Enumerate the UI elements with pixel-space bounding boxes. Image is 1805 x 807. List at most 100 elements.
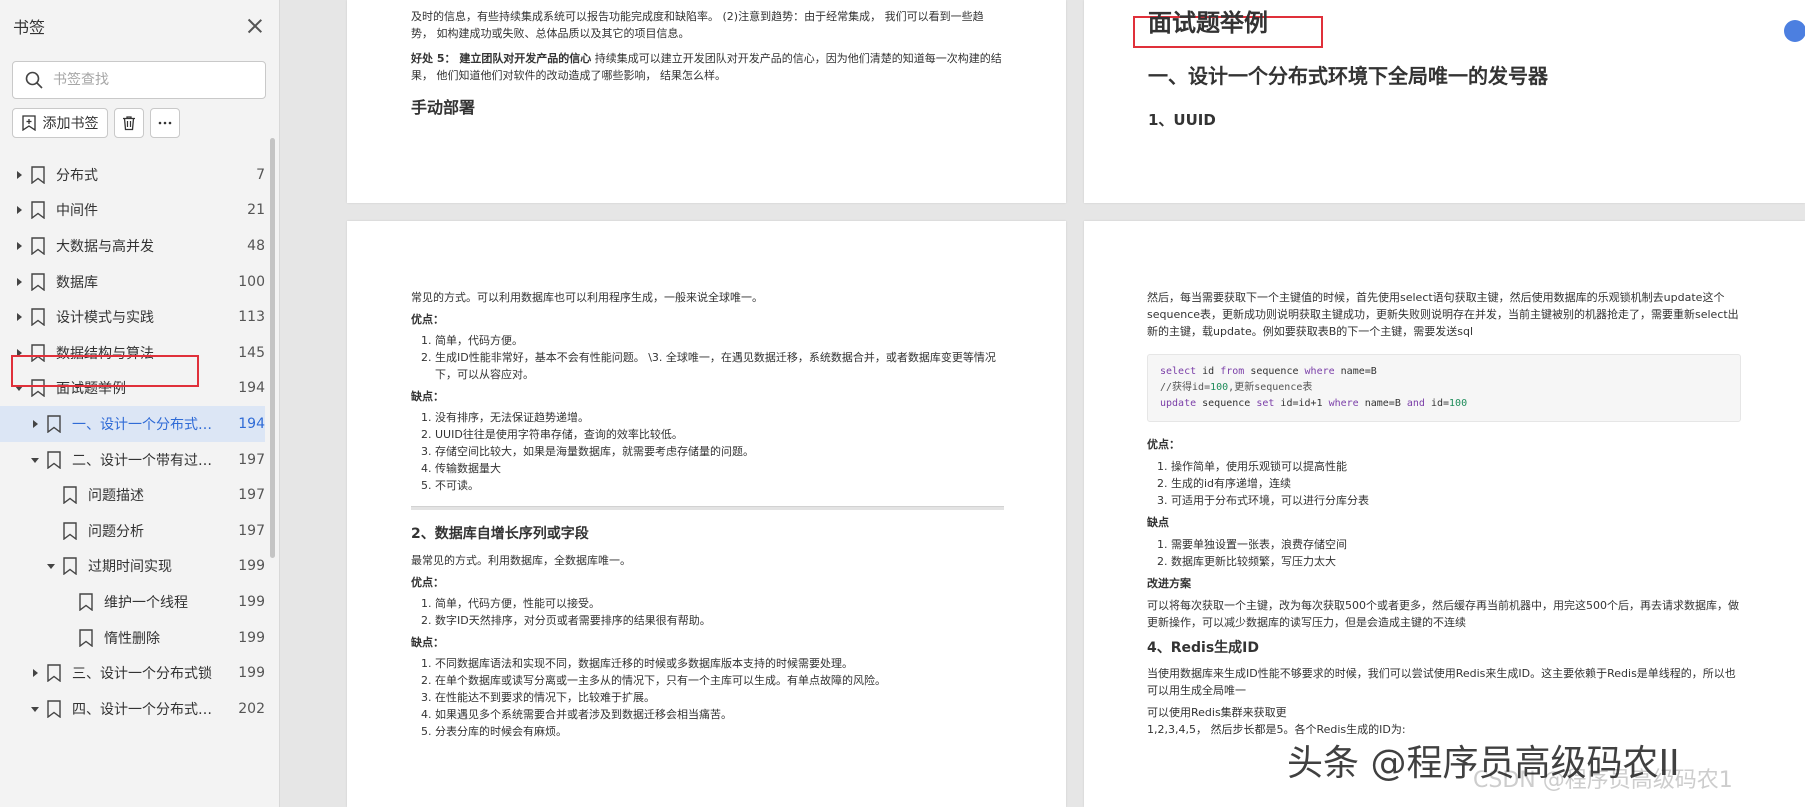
pros-list: 简单，代码方便，性能可以接受。 数字ID天然排序，对分页或者需要排序的结果很有帮… xyxy=(411,595,1004,629)
bookmark-item[interactable]: 过期时间实现 199 xyxy=(0,549,265,585)
bookmark-search-box[interactable] xyxy=(12,61,266,99)
bookmark-page: 197 xyxy=(238,522,265,539)
bookmark-page: 199 xyxy=(238,665,265,682)
bookmark-item[interactable]: 中间件 21 xyxy=(0,193,265,229)
bookmark-label: 三、设计一个分布式锁 xyxy=(72,666,212,683)
code-line: //获得id=100,更新sequence表 xyxy=(1160,380,1728,396)
code-block: select id from sequence where name=B //获… xyxy=(1147,354,1741,422)
more-icon xyxy=(158,121,172,125)
code-comment: //获得id= xyxy=(1160,382,1211,393)
code-keyword: and xyxy=(1406,398,1425,409)
bookmark-item[interactable]: 问题分析 197 xyxy=(0,513,265,549)
paragraph: 好处 5： 建立团队对开发产品的信心 持续集成可以建立开发团队对开发产品的信心，… xyxy=(411,50,1004,84)
bookmark-item[interactable]: 设计模式与实践 113 xyxy=(0,299,265,335)
bookmark-icon xyxy=(31,308,45,327)
document-page-bottom-left: 常见的方式。可以利用数据库也可以利用程序生成，一般来说全球唯一。 优点： 简单，… xyxy=(347,221,1066,807)
expand-arrow-icon[interactable] xyxy=(14,277,24,287)
bookmark-item[interactable]: 三、设计一个分布式锁 199 xyxy=(0,655,265,691)
code-text: name=B xyxy=(1334,366,1377,377)
close-icon[interactable] xyxy=(245,16,265,36)
add-bookmark-label: 添加书签 xyxy=(42,116,99,132)
code-keyword: update xyxy=(1160,398,1197,409)
bookmark-page: 48 xyxy=(247,237,265,254)
section-heading: 手动部署 xyxy=(411,98,476,117)
label: 优点： xyxy=(411,576,444,589)
divider xyxy=(411,506,1004,510)
bookmark-label: 中间件 xyxy=(56,203,98,220)
bookmark-icon xyxy=(63,486,77,505)
code-text: id= xyxy=(1424,398,1450,409)
expand-arrow-icon[interactable] xyxy=(14,170,24,180)
bookmark-label: 设计模式与实践 xyxy=(56,310,154,327)
collapse-arrow-icon[interactable] xyxy=(30,704,40,714)
collapse-arrow-icon[interactable] xyxy=(46,561,56,571)
bookmark-page: 21 xyxy=(247,202,265,219)
search-icon xyxy=(25,71,43,89)
bookmark-icon xyxy=(63,557,77,576)
expand-arrow-icon[interactable] xyxy=(14,241,24,251)
code-keyword: set xyxy=(1256,398,1275,409)
bookmark-label: 维护一个线程 xyxy=(104,594,188,611)
bookmark-page: 194 xyxy=(238,380,265,397)
list-item: 存储空间比较大，如果是海量数据库，就需要考虑存储量的问题。 xyxy=(435,443,1004,460)
bookmark-item[interactable]: 数据库 100 xyxy=(0,264,265,300)
code-number: 100 xyxy=(1210,382,1229,393)
bookmark-sidebar: 书签 添加书签 xyxy=(0,0,280,807)
code-keyword: where xyxy=(1304,366,1335,377)
list-item: 分表分库的时候会有麻烦。 xyxy=(435,723,1004,740)
bookmark-item[interactable]: 惰性删除 199 xyxy=(0,620,265,656)
page-title: 面试题举例 xyxy=(1148,9,1268,37)
bookmark-item[interactable]: 大数据与高并发 48 xyxy=(0,228,265,264)
red-highlight-box xyxy=(11,355,199,387)
bookmark-item[interactable]: 四、设计一个分布式环... 202 xyxy=(0,691,265,727)
more-options-button[interactable] xyxy=(150,108,180,138)
add-bookmark-button[interactable]: 添加书签 xyxy=(12,108,108,138)
document-page-top-right: 面试题举例 一、设计一个分布式环境下全局唯一的发号器 1、UUID xyxy=(1084,0,1805,203)
collapse-arrow-icon[interactable] xyxy=(30,455,40,465)
section-heading: 2、数据库自增长序列或字段 xyxy=(411,526,589,542)
bookmark-item[interactable]: 二、设计一个带有过期... 197 xyxy=(0,442,265,478)
arrow-spacer xyxy=(46,526,56,536)
bookmark-item[interactable]: 维护一个线程 199 xyxy=(0,584,265,620)
bookmark-label: 一、设计一个分布式环... xyxy=(72,416,223,433)
cons-list: 没有排序，无法保证趋势递增。 UUID往往是使用字符串存储，查询的效率比较低。 … xyxy=(411,409,1004,494)
paragraph: 最常见的方式。利用数据库，全数据库唯一。 xyxy=(411,554,631,567)
bookmark-item-selected[interactable]: 一、设计一个分布式环... 194 xyxy=(0,406,265,442)
paragraph: 可以将每次获取一个主键，改为每次获取500个或者更多，然后缓存再当前机器中，用完… xyxy=(1147,599,1739,629)
expand-arrow-icon[interactable] xyxy=(14,312,24,322)
list-item: 没有排序，无法保证趋势递增。 xyxy=(435,409,1004,426)
bookmark-label: 数据库 xyxy=(56,274,98,291)
sidebar-scrollbar[interactable] xyxy=(270,138,275,558)
label: 缺点： xyxy=(411,636,444,649)
bookmark-page: 197 xyxy=(238,451,265,468)
list-item: 简单，代码方便，性能可以接受。 xyxy=(435,595,1004,612)
bookmark-search-input[interactable] xyxy=(53,72,253,88)
code-text: sequence xyxy=(1244,366,1305,377)
delete-bookmark-button[interactable] xyxy=(114,108,144,138)
arrow-spacer xyxy=(62,597,72,607)
bookmark-label: 大数据与高并发 xyxy=(56,238,154,255)
expand-arrow-icon[interactable] xyxy=(30,419,40,429)
bookmark-icon xyxy=(47,700,61,718)
list-item: UUID往往是使用字符串存储，查询的效率比较低。 xyxy=(435,426,1004,443)
list-item: 传输数据量大 xyxy=(435,460,1004,477)
document-page-bottom-right: 然后，每当需要获取下一个主键值的时候，首先使用select语句获取主键，然后使用… xyxy=(1084,221,1805,807)
label: 优点： xyxy=(411,313,444,326)
expand-arrow-icon[interactable] xyxy=(14,205,24,215)
label: 缺点： xyxy=(411,390,444,403)
bookmark-page: 199 xyxy=(238,629,265,646)
bookmark-item[interactable]: 分布式 7 xyxy=(0,157,265,193)
list-item: 操作简单，使用乐观锁可以提高性能 xyxy=(1171,458,1741,475)
list-item: 不同数据库语法和实现不同，数据库迁移的时候或多数据库版本支持的时候需要处理。 xyxy=(435,655,1004,672)
floating-assistant-icon[interactable] xyxy=(1784,20,1805,42)
list-item: 在性能达不到要求的情况下，比较难于扩展。 xyxy=(435,689,1004,706)
list-item: 数字ID天然排序，对分页或者需要排序的结果很有帮助。 xyxy=(435,612,1004,629)
bookmark-item[interactable]: 问题描述 197 xyxy=(0,477,265,513)
bookmark-page: 7 xyxy=(256,166,265,183)
section-heading: 一、设计一个分布式环境下全局唯一的发号器 xyxy=(1148,64,1548,88)
list-item: 生成ID性能非常好，基本不会有性能问题。 \3. 全球唯一，在遇见数据迁移，系统… xyxy=(435,349,1004,383)
bookmark-icon xyxy=(31,272,45,291)
bookmark-page: 202 xyxy=(238,700,265,717)
list-item: 生成的id有序递增，连续 xyxy=(1171,475,1741,492)
expand-arrow-icon[interactable] xyxy=(30,668,40,678)
